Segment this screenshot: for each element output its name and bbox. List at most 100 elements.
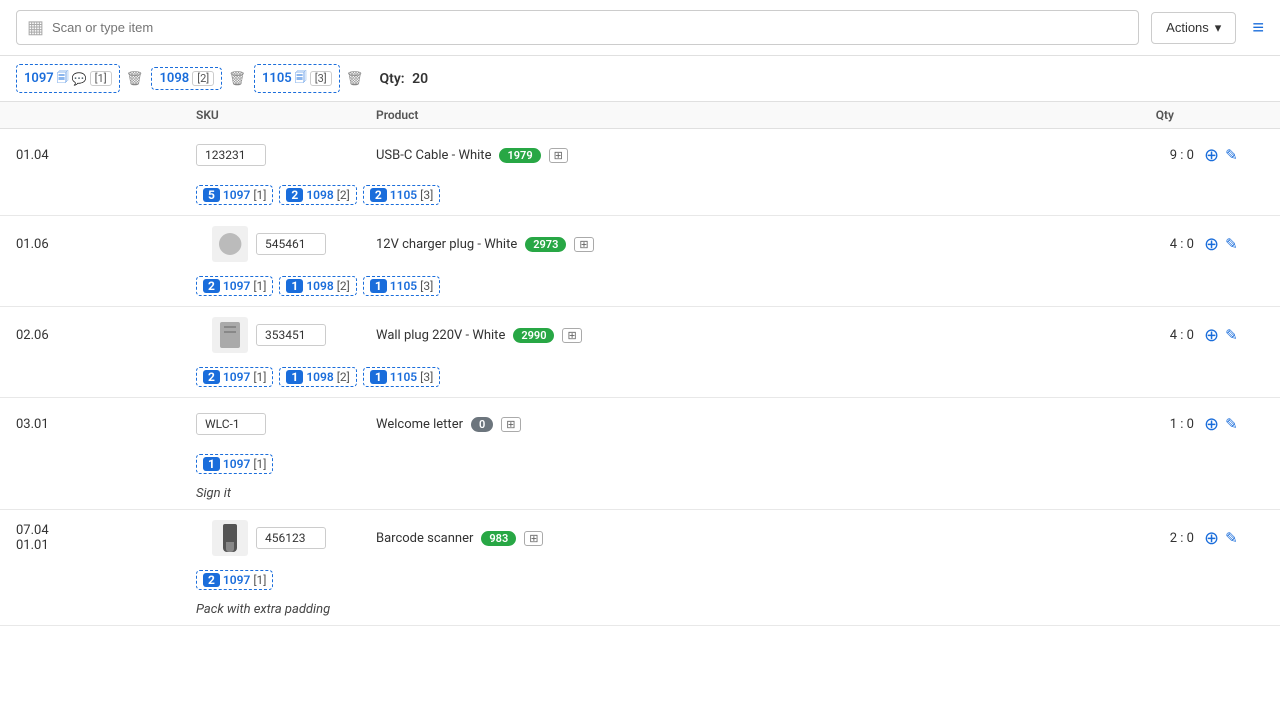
action-icons: ⊕ ✎ bbox=[1204, 528, 1264, 549]
scan-input[interactable] bbox=[52, 20, 1128, 35]
tag-num: 1 bbox=[286, 370, 303, 384]
col-qty: Qty bbox=[1044, 108, 1204, 122]
col-pos bbox=[16, 108, 196, 122]
sku-cell: 123231 bbox=[196, 144, 376, 166]
note-text: Sign it bbox=[196, 486, 231, 501]
order-tag[interactable]: 1 1097 [1] bbox=[196, 454, 273, 474]
qty-value: 9 : 0 bbox=[1170, 148, 1194, 163]
qty-cell: 4 : 0 bbox=[1044, 328, 1204, 343]
edit-icon[interactable]: ✎ bbox=[1225, 235, 1238, 253]
product-thumb bbox=[212, 520, 248, 556]
add-icon[interactable]: ⊕ bbox=[1204, 414, 1219, 435]
product-name-cell: USB-C Cable - White 1979 ⊞ bbox=[376, 148, 1044, 163]
tag-num: 2 bbox=[203, 279, 220, 293]
stock-badge: 0 bbox=[471, 417, 493, 432]
stock-badge: 2990 bbox=[513, 328, 554, 343]
order-tag[interactable]: 1 1105 [3] bbox=[363, 367, 440, 387]
tab-1097-badge: [1] bbox=[90, 71, 112, 86]
product-name-cell: Welcome letter 0 ⊞ bbox=[376, 417, 1044, 432]
stock-badge: 2973 bbox=[525, 237, 566, 252]
note-row: Pack with extra padding bbox=[0, 600, 1280, 625]
stock-badge: 1979 bbox=[499, 148, 540, 163]
pos-value: 01.06 bbox=[16, 237, 49, 252]
tag-num: 2 bbox=[203, 370, 220, 384]
tag-bracket: [3] bbox=[420, 370, 433, 384]
tag-bracket: [2] bbox=[337, 370, 350, 384]
file-icon-1105: 🗐 bbox=[295, 68, 307, 89]
edit-icon[interactable]: ✎ bbox=[1225, 326, 1238, 344]
top-bar: ▦ Actions ▾ ≡ bbox=[0, 0, 1280, 56]
tab-1098[interactable]: 1098 [2] bbox=[151, 67, 222, 90]
qty-label: Qty: 20 bbox=[380, 71, 429, 87]
qty-cell: 2 : 0 bbox=[1044, 531, 1204, 546]
col-actions bbox=[1204, 108, 1264, 122]
order-tag[interactable]: 2 1097 [1] bbox=[196, 367, 273, 387]
tab-1097[interactable]: 1097 🗐 💬 [1] bbox=[16, 64, 120, 93]
order-tag[interactable]: 2 1105 [3] bbox=[363, 185, 440, 205]
hamburger-icon[interactable]: ≡ bbox=[1252, 15, 1264, 40]
sku-cell: 456123 bbox=[196, 520, 376, 556]
row-group-4: 03.01 WLC-1 Welcome letter 0 ⊞ 1 : 0 ⊕ ✎… bbox=[0, 398, 1280, 510]
expand-icon[interactable]: ⊞ bbox=[562, 328, 581, 343]
order-tag[interactable]: 1 1098 [2] bbox=[279, 367, 356, 387]
product-row: 01.06 545461 12V charger plug - White 29… bbox=[0, 216, 1280, 272]
order-tag[interactable]: 2 1098 [2] bbox=[279, 185, 356, 205]
add-icon[interactable]: ⊕ bbox=[1204, 528, 1219, 549]
tab-1098-delete[interactable]: 🗑 bbox=[228, 71, 246, 87]
product-row: 03.01 WLC-1 Welcome letter 0 ⊞ 1 : 0 ⊕ ✎ bbox=[0, 398, 1280, 450]
qty-cell: 1 : 0 bbox=[1044, 417, 1204, 432]
product-row: 07.04 01.01 456123 Barcode scanner 983 ⊞… bbox=[0, 510, 1280, 566]
tag-bracket: [1] bbox=[253, 457, 266, 471]
tag-id: 1098 bbox=[306, 370, 333, 384]
sku-box: WLC-1 bbox=[196, 413, 266, 435]
tab-1105-delete[interactable]: 🗑 bbox=[346, 71, 364, 87]
stock-badge: 983 bbox=[481, 531, 516, 546]
col-sku: SKU bbox=[196, 108, 376, 122]
pos-value-1: 07.04 bbox=[16, 523, 49, 538]
order-tag[interactable]: 2 1097 [1] bbox=[196, 570, 273, 590]
order-tag[interactable]: 5 1097 [1] bbox=[196, 185, 273, 205]
pos-value-2: 01.01 bbox=[16, 538, 49, 553]
sku-box: 545461 bbox=[256, 233, 326, 255]
add-icon[interactable]: ⊕ bbox=[1204, 145, 1219, 166]
table-header: SKU Product Qty bbox=[0, 102, 1280, 129]
action-icons: ⊕ ✎ bbox=[1204, 145, 1264, 166]
add-icon[interactable]: ⊕ bbox=[1204, 234, 1219, 255]
product-name-cell: Barcode scanner 983 ⊞ bbox=[376, 531, 1044, 546]
sku-box: 456123 bbox=[256, 527, 326, 549]
order-tag[interactable]: 1 1098 [2] bbox=[279, 276, 356, 296]
qty-value: 2 : 0 bbox=[1170, 531, 1194, 546]
expand-icon[interactable]: ⊞ bbox=[549, 148, 568, 163]
order-tag[interactable]: 1 1105 [3] bbox=[363, 276, 440, 296]
actions-button[interactable]: Actions ▾ bbox=[1151, 12, 1236, 44]
add-icon[interactable]: ⊕ bbox=[1204, 325, 1219, 346]
product-name-text: USB-C Cable - White bbox=[376, 148, 491, 163]
action-icons: ⊕ ✎ bbox=[1204, 234, 1264, 255]
qty-cell: 9 : 0 bbox=[1044, 148, 1204, 163]
barcode-icon: ▦ bbox=[27, 17, 44, 38]
tag-bracket: [1] bbox=[253, 188, 266, 202]
tag-id: 1097 bbox=[223, 188, 250, 202]
edit-icon[interactable]: ✎ bbox=[1225, 415, 1238, 433]
tag-bracket: [1] bbox=[253, 370, 266, 384]
action-icons: ⊕ ✎ bbox=[1204, 325, 1264, 346]
pos-cell: 02.06 bbox=[16, 328, 196, 343]
pos-cell: 03.01 bbox=[16, 417, 196, 432]
expand-icon[interactable]: ⊞ bbox=[524, 531, 543, 546]
edit-icon[interactable]: ✎ bbox=[1225, 146, 1238, 164]
tag-num: 2 bbox=[370, 188, 387, 202]
expand-icon[interactable]: ⊞ bbox=[501, 417, 520, 432]
qty-value: 1 : 0 bbox=[1170, 417, 1194, 432]
tags-row: 2 1097 [1] 1 1098 [2] 1 1105 [3] bbox=[0, 272, 1280, 306]
scan-input-wrap[interactable]: ▦ bbox=[16, 10, 1139, 45]
tab-1105[interactable]: 1105 🗐 [3] bbox=[254, 64, 340, 93]
sku-cell: WLC-1 bbox=[196, 413, 376, 435]
expand-icon[interactable]: ⊞ bbox=[574, 237, 593, 252]
order-tag[interactable]: 2 1097 [1] bbox=[196, 276, 273, 296]
action-icons: ⊕ ✎ bbox=[1204, 414, 1264, 435]
tag-num: 2 bbox=[203, 573, 220, 587]
sku-cell: 545461 bbox=[196, 226, 376, 262]
product-name-text: Wall plug 220V - White bbox=[376, 328, 505, 343]
edit-icon[interactable]: ✎ bbox=[1225, 529, 1238, 547]
tab-1097-delete[interactable]: 🗑 bbox=[126, 71, 144, 87]
